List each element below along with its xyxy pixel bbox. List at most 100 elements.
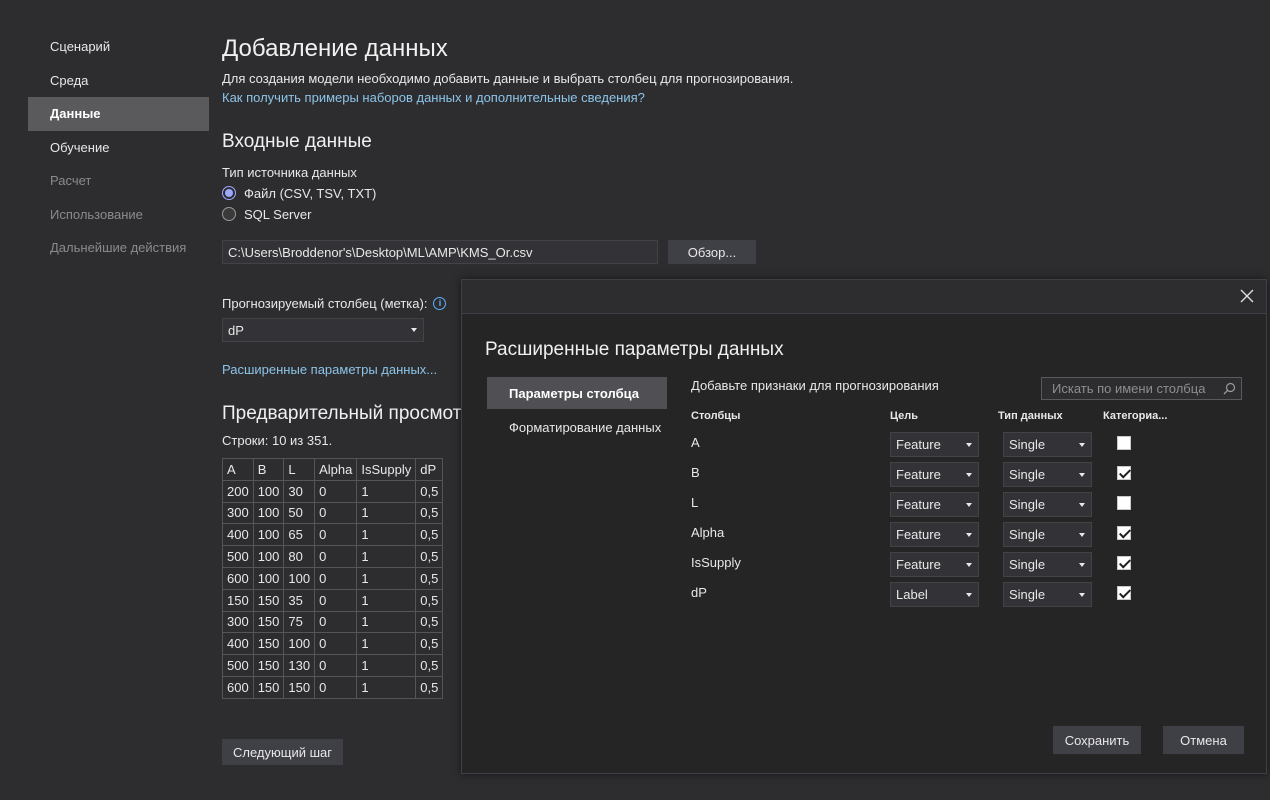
table-row: 600 100 100 0 1 0,5 bbox=[222, 566, 444, 590]
table-cell: 0,5 bbox=[415, 566, 444, 590]
save-button[interactable]: Сохранить bbox=[1053, 726, 1141, 754]
sidebar-item-environment[interactable]: Среда bbox=[28, 64, 209, 98]
table-cell: 0 bbox=[314, 610, 358, 634]
data-type-select-alpha[interactable]: Single bbox=[1003, 522, 1092, 547]
predict-column-select[interactable]: dP bbox=[222, 318, 424, 342]
table-cell: 50 bbox=[283, 501, 316, 525]
table-cell: 0,5 bbox=[415, 479, 444, 503]
target-select-alpha[interactable]: Feature bbox=[890, 522, 979, 547]
chevron-down-icon bbox=[966, 562, 972, 567]
chevron-down-icon bbox=[1079, 502, 1085, 507]
table-row: 400 100 65 0 1 0,5 bbox=[222, 523, 444, 547]
categorical-checkbox-alpha[interactable] bbox=[1117, 526, 1131, 540]
data-type-select-l[interactable]: Single bbox=[1003, 492, 1092, 517]
table-cell: 100 bbox=[283, 566, 316, 590]
page-title: Добавление данных bbox=[222, 35, 448, 62]
tab-column-settings[interactable]: Параметры столбца bbox=[487, 377, 667, 409]
table-cell: 65 bbox=[283, 523, 316, 547]
table-cell: 0 bbox=[314, 632, 358, 656]
table-row: 150 150 35 0 1 0,5 bbox=[222, 588, 444, 612]
table-cell: 150 bbox=[252, 610, 285, 634]
advanced-options-link[interactable]: Расширенные параметры данных... bbox=[222, 362, 437, 377]
radio-button-checked[interactable] bbox=[222, 186, 236, 200]
help-link[interactable]: Как получить примеры наборов данных и до… bbox=[222, 90, 645, 105]
table-header-cell: B bbox=[252, 458, 285, 481]
table-cell: 35 bbox=[283, 588, 316, 612]
table-cell: 1 bbox=[356, 566, 417, 590]
radio-sql-source[interactable]: SQL Server bbox=[222, 204, 311, 224]
column-name-issupply: IsSupply bbox=[691, 555, 741, 570]
table-row: 300 100 50 0 1 0,5 bbox=[222, 501, 444, 525]
table-row: 200 100 30 0 1 0,5 bbox=[222, 479, 444, 503]
table-cell: 0 bbox=[314, 501, 358, 525]
radio-file-source[interactable]: Файл (CSV, TSV, TXT) bbox=[222, 183, 376, 203]
table-header-cell: A bbox=[222, 458, 254, 481]
info-icon[interactable]: i bbox=[433, 297, 447, 310]
radio-label-sql: SQL Server bbox=[244, 206, 312, 222]
sidebar-nav: Сценарий Среда Данные Обучение Расчет Ис… bbox=[28, 30, 209, 265]
sidebar-item-next-steps: Дальнейшие действия bbox=[50, 240, 187, 255]
radio-button-unchecked[interactable] bbox=[222, 207, 236, 221]
next-step-button[interactable]: Следующий шаг bbox=[222, 739, 343, 765]
table-cell: 0,5 bbox=[415, 675, 444, 699]
categorical-checkbox-issupply[interactable] bbox=[1117, 556, 1131, 570]
table-cell: 600 bbox=[222, 675, 254, 699]
table-header-row: A B L Alpha IsSupply dP bbox=[222, 458, 444, 481]
table-cell: 0 bbox=[314, 654, 358, 677]
browse-button[interactable]: Обзор... bbox=[668, 240, 756, 264]
target-select-l[interactable]: Feature bbox=[890, 492, 979, 517]
table-cell: 100 bbox=[252, 501, 285, 525]
table-cell: 0 bbox=[314, 566, 358, 590]
table-cell: 100 bbox=[252, 545, 285, 568]
target-value: Feature bbox=[896, 467, 941, 482]
advanced-options-dialog: Расширенные параметры данных Параметры с… bbox=[461, 279, 1267, 774]
rows-count: Строки: 10 из 351. bbox=[222, 433, 333, 448]
target-select-b[interactable]: Feature bbox=[890, 462, 979, 487]
table-cell: 0 bbox=[314, 523, 358, 547]
data-type-select-b[interactable]: Single bbox=[1003, 462, 1092, 487]
column-name-l: L bbox=[691, 495, 699, 510]
table-cell: 300 bbox=[222, 501, 254, 525]
target-select-a[interactable]: Feature bbox=[890, 432, 979, 457]
dialog-instruction: Добавьте признаки для прогнозирования bbox=[691, 378, 939, 393]
chevron-down-icon bbox=[1079, 532, 1085, 537]
categorical-checkbox-l[interactable] bbox=[1117, 496, 1131, 510]
target-select-dp[interactable]: Label bbox=[890, 582, 979, 607]
table-cell: 0,5 bbox=[415, 632, 444, 656]
chevron-down-icon bbox=[966, 592, 972, 597]
table-cell: 200 bbox=[222, 479, 254, 503]
data-type-select-dp[interactable]: Single bbox=[1003, 582, 1092, 607]
column-name-alpha: Alpha bbox=[691, 525, 725, 540]
categorical-checkbox-dp[interactable] bbox=[1117, 586, 1131, 600]
file-path-input[interactable] bbox=[222, 240, 658, 264]
data-type-select-a[interactable]: Single bbox=[1003, 432, 1092, 457]
table-cell: 0,5 bbox=[415, 545, 444, 568]
table-cell: 1 bbox=[356, 610, 417, 634]
table-row: 400 150 100 0 1 0,5 bbox=[222, 632, 444, 656]
table-cell: 80 bbox=[283, 545, 316, 568]
chevron-down-icon bbox=[1079, 472, 1085, 477]
table-cell: 0 bbox=[314, 588, 358, 612]
table-row: 300 150 75 0 1 0,5 bbox=[222, 610, 444, 634]
column-search-input[interactable]: Искать по имени столбца bbox=[1041, 377, 1242, 400]
data-type-select-issupply[interactable]: Single bbox=[1003, 552, 1092, 577]
table-cell: 1 bbox=[356, 632, 417, 656]
close-icon[interactable] bbox=[1238, 287, 1256, 305]
table-cell: 1 bbox=[356, 588, 417, 612]
column-name-dp: dP bbox=[691, 585, 707, 600]
target-select-issupply[interactable]: Feature bbox=[890, 552, 979, 577]
categorical-checkbox-b[interactable] bbox=[1117, 466, 1131, 480]
cancel-button[interactable]: Отмена bbox=[1163, 726, 1244, 754]
chevron-down-icon bbox=[966, 532, 972, 537]
table-cell: 500 bbox=[222, 545, 254, 568]
sidebar-item-training[interactable]: Обучение bbox=[28, 131, 209, 165]
preview-table-head: A B L Alpha IsSupply dP bbox=[222, 458, 444, 481]
table-cell: 0 bbox=[314, 675, 358, 699]
target-value: Feature bbox=[896, 557, 941, 572]
sidebar-item-scenario[interactable]: Сценарий bbox=[28, 30, 209, 64]
categorical-checkbox-a[interactable] bbox=[1117, 436, 1131, 450]
sidebar-item-data[interactable]: Данные bbox=[28, 97, 209, 131]
tab-data-formatting[interactable]: Форматирование данных bbox=[487, 411, 667, 443]
table-cell: 150 bbox=[222, 588, 254, 612]
sidebar-item-evaluate: Расчет bbox=[50, 173, 92, 188]
